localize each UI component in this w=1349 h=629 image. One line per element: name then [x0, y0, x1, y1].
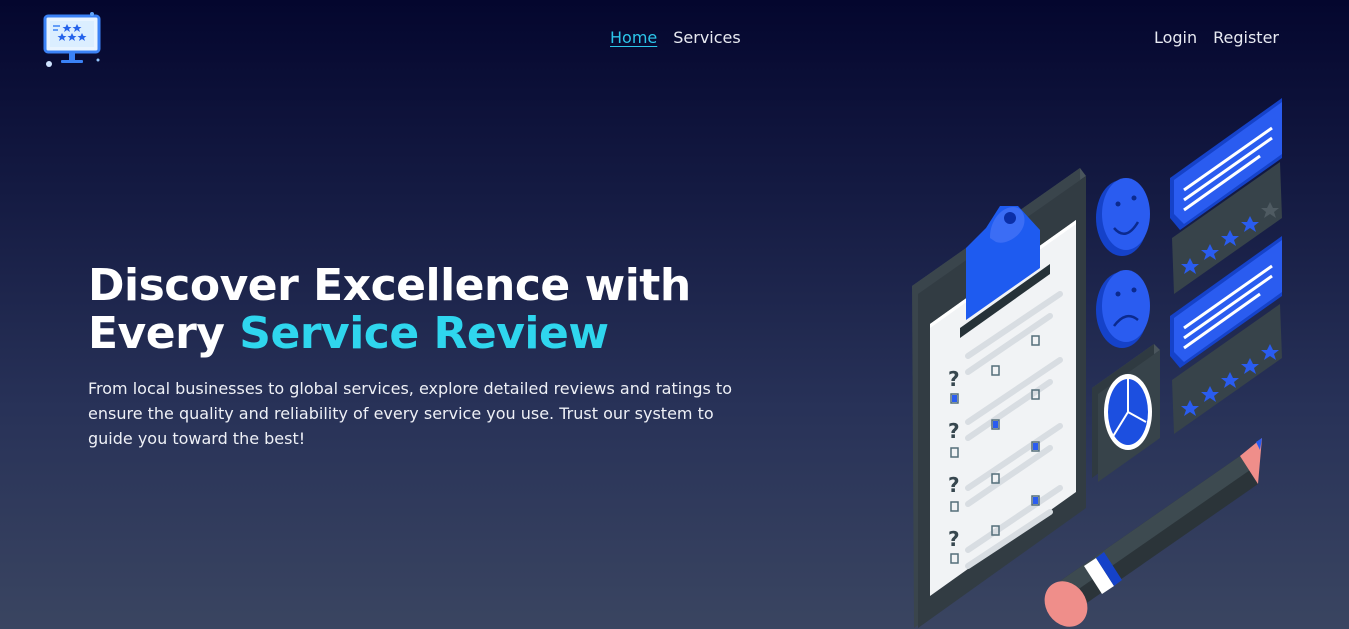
hero-title-accent: Service Review [239, 308, 609, 359]
hero-description: From local businesses to global services… [88, 379, 732, 448]
hero-title-line1: Discover Excellence with [88, 260, 691, 311]
auth-nav: Login Register [1154, 28, 1279, 47]
question-mark-1: ? [948, 367, 960, 391]
nav-link-services[interactable]: Services [673, 28, 740, 47]
question-mark-3: ? [948, 473, 960, 497]
login-link[interactable]: Login [1154, 28, 1197, 47]
main-nav: Home Services [610, 28, 741, 47]
top-navbar: Home Services Login Register [0, 0, 1349, 80]
hero-title: Discover Excellence with Every Service R… [88, 262, 788, 358]
register-link[interactable]: Register [1213, 28, 1279, 47]
hero-section: Discover Excellence with Every Service R… [88, 262, 788, 451]
hero-title-line2: Every [88, 308, 240, 359]
question-mark-2: ? [948, 419, 960, 443]
question-mark-4: ? [948, 527, 960, 551]
nav-link-home[interactable]: Home [610, 28, 657, 47]
monitor-stars-logo-icon[interactable] [40, 10, 104, 70]
review-clipboard-illustration-icon: ? ? ? ? [900, 88, 1300, 629]
